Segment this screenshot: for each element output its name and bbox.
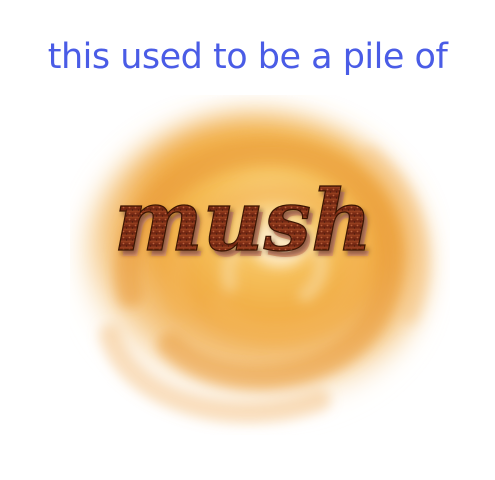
canvas: this used to be a pile of mush mush	[0, 0, 495, 480]
mush-word-text: mush	[114, 171, 372, 270]
mush-word-art: mush mush	[98, 158, 388, 278]
headline-text: this used to be a pile of	[47, 37, 448, 77]
